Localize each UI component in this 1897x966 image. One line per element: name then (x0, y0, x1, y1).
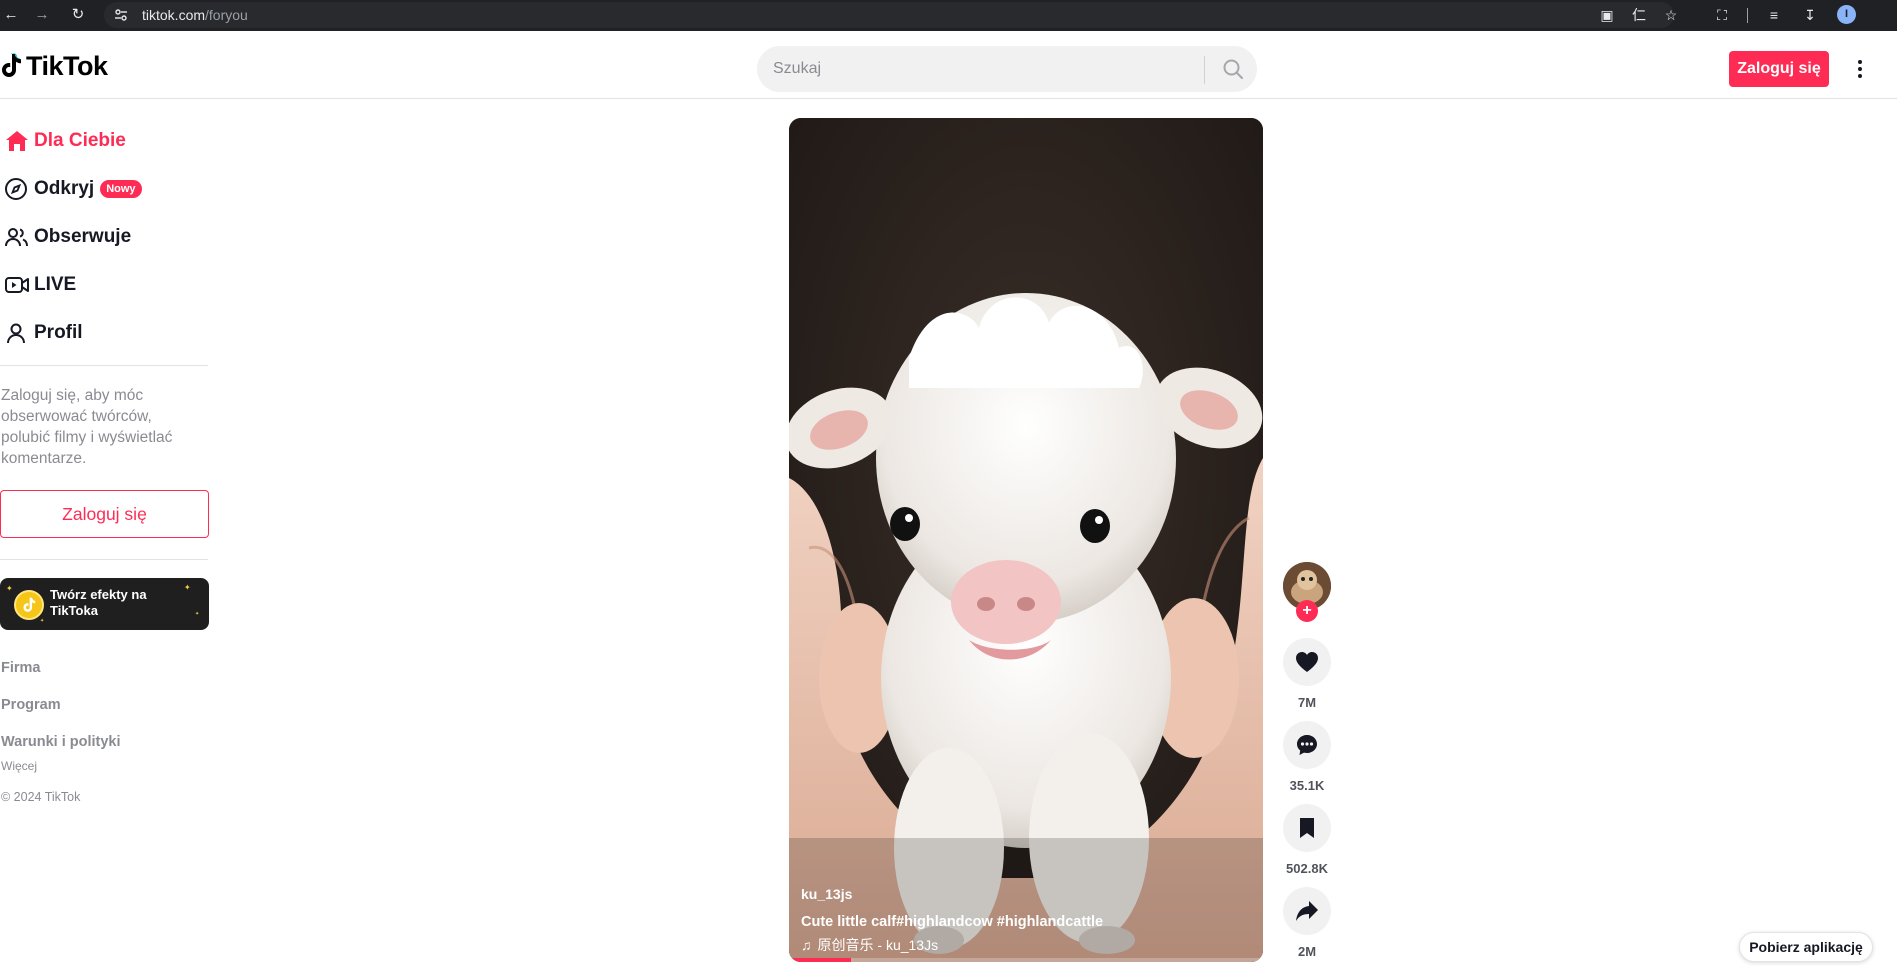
sparkle-icon: ✦ (195, 611, 200, 617)
sidebar-item-label: Dla Ciebie (34, 130, 126, 151)
reading-list-icon[interactable]: ≡ (1765, 6, 1783, 24)
sidebar-divider (0, 365, 208, 366)
share-count: 2M (1297, 944, 1317, 959)
toolbar-separator (1747, 8, 1748, 23)
follow-plus-icon[interactable]: + (1296, 600, 1318, 622)
tiktok-logo[interactable]: TikTok (0, 51, 108, 81)
effects-tiktok-icon (14, 590, 44, 620)
sidebar-item-label: Obserwuje (34, 226, 132, 247)
login-button[interactable]: Zaloguj się (1729, 51, 1829, 87)
search-bar (757, 46, 1257, 92)
users-icon (0, 223, 34, 251)
sidebar-item-explore[interactable]: Odkryj Nowy (0, 169, 208, 209)
video-author[interactable]: ku_13js (801, 886, 852, 902)
like-count: 7M (1297, 695, 1317, 710)
back-arrow-icon[interactable]: ← (2, 6, 20, 24)
search-divider (1204, 56, 1205, 84)
person-icon (0, 319, 34, 347)
effects-banner-text: Twórz efekty na TikToka (50, 587, 147, 618)
extensions-icon[interactable]: ⛶ (1713, 6, 1731, 24)
search-button[interactable] (1209, 46, 1257, 92)
translate-icon[interactable]: 仁 (1630, 6, 1648, 24)
heart-icon (1296, 652, 1318, 672)
sparkle-icon: ✦ (40, 618, 45, 624)
sidebar-item-label: Odkryj (34, 178, 95, 199)
create-effects-banner[interactable]: Twórz efekty na TikToka ✦ ✦ ✦ ✦ (0, 578, 209, 630)
browser-toolbar: ← → ↻ tiktok.com/foryou ▣ 仁 ☆ ⛶ ≡ ↧ I (0, 0, 1897, 31)
live-camera-icon (0, 271, 34, 299)
download-icon[interactable]: ↧ (1801, 6, 1819, 24)
search-icon (1223, 59, 1243, 79)
site-header: TikTok Zaloguj się (0, 31, 1897, 99)
sidebar-item-profile[interactable]: Profil (0, 313, 208, 353)
video-caption: Cute little calf#highlandcow #highlandca… (801, 914, 1104, 930)
sidebar-item-label: Profil (34, 322, 83, 343)
share-button[interactable] (1283, 887, 1331, 935)
url-text[interactable]: tiktok.com/foryou (142, 7, 248, 23)
comment-button[interactable] (1283, 721, 1331, 769)
footer-link-terms[interactable]: Warunki i polityki (1, 734, 121, 750)
sparkle-icon: ✦ (6, 584, 13, 593)
footer-link-program[interactable]: Program (1, 697, 61, 713)
address-bar[interactable]: tiktok.com/foryou (104, 2, 1674, 28)
tiktok-note-icon (2, 53, 21, 77)
sidebar-item-label: LIVE (34, 274, 77, 295)
install-app-icon[interactable]: ▣ (1598, 6, 1616, 24)
footer-link-more[interactable]: Więcej (1, 759, 37, 773)
more-menu-icon[interactable] (1850, 53, 1870, 85)
like-button[interactable] (1283, 638, 1331, 686)
video-progress-fill (789, 958, 851, 962)
sidebar-item-for-you[interactable]: Dla Ciebie (0, 121, 208, 161)
comment-icon (1297, 735, 1317, 755)
logo-text: TikTok (26, 50, 108, 81)
reload-icon[interactable]: ↻ (69, 6, 87, 24)
music-title: 原创音乐 - ku_13Js (817, 937, 939, 953)
compass-icon (0, 175, 34, 203)
save-count: 502.8K (1286, 861, 1328, 876)
save-button[interactable] (1283, 804, 1331, 852)
sparkle-icon: ✦ (184, 583, 191, 592)
copyright-text: © 2024 TikTok (1, 790, 81, 804)
comment-count: 35.1K (1289, 778, 1325, 793)
login-prompt-text: Zaloguj się, aby móc obserwować twórców,… (1, 387, 173, 467)
profile-avatar[interactable]: I (1837, 5, 1856, 24)
new-badge: Nowy (100, 180, 142, 198)
sidebar-divider (0, 559, 208, 560)
bookmark-star-icon[interactable]: ☆ (1662, 6, 1680, 24)
sidebar-item-live[interactable]: LIVE (0, 265, 208, 305)
home-icon (0, 127, 34, 155)
forward-arrow-icon[interactable]: → (33, 6, 51, 24)
footer-link-company[interactable]: Firma (1, 660, 41, 676)
video-progress-bar[interactable] (789, 958, 1263, 962)
sidebar-login-button[interactable]: Zaloguj się (0, 490, 209, 538)
video-music[interactable]: ♫ 原创音乐 - ku_13Js (801, 935, 938, 955)
video-frame-calf (789, 118, 1263, 962)
get-app-button[interactable]: Pobierz aplikację (1739, 932, 1873, 962)
bookmark-icon (1300, 818, 1314, 838)
sidebar-item-following[interactable]: Obserwuje (0, 217, 208, 257)
site-settings-icon[interactable] (114, 8, 128, 22)
music-note-icon: ♫ (801, 937, 812, 953)
share-arrow-icon (1296, 901, 1318, 921)
video-player[interactable]: ku_13js Cute little calf#highlandcow #hi… (789, 118, 1263, 962)
search-input[interactable] (773, 46, 1193, 92)
